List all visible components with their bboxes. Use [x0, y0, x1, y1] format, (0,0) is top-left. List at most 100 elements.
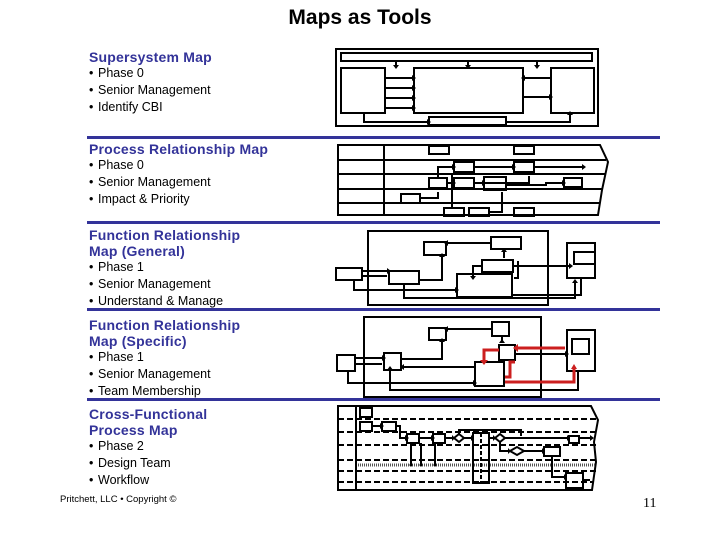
section-title: Supersystem Map: [89, 49, 212, 65]
section-title: Cross-Functional: [89, 406, 208, 422]
section-separator: [87, 136, 660, 139]
section-supersystem-map: Supersystem Map • Phase 0 • Senior Managem…: [89, 49, 329, 116]
bullet-text: Impact & Priority: [98, 192, 190, 206]
supplier-box: [336, 268, 362, 280]
supersystem-map-diagram: [334, 47, 600, 129]
decision-diamond: [495, 434, 505, 442]
process-box: [401, 194, 420, 203]
bullet-text: Phase 2: [98, 439, 144, 453]
process-relationship-map-diagram: [334, 140, 614, 220]
bullet-text: Phase 1: [98, 260, 144, 274]
bullet-item: • Identify CBI: [89, 99, 329, 116]
bullet-text: Senior Management: [98, 277, 211, 291]
bullet-icon: •: [89, 367, 94, 381]
bullet-text: Senior Management: [98, 175, 211, 189]
process-box: [454, 178, 474, 188]
section-title: Map (General): [89, 243, 185, 259]
customer-box: [551, 68, 594, 113]
decision-diamond: [454, 434, 464, 442]
bullet-text: Senior Management: [98, 83, 211, 97]
feedback-box: [429, 117, 506, 125]
process-box: [544, 447, 560, 456]
supplier-box: [337, 355, 355, 371]
process-box: [360, 408, 372, 417]
bullet-text: Understand & Manage: [98, 294, 224, 308]
bullet-text: Phase 1: [98, 350, 144, 364]
function-box: [384, 353, 401, 370]
supplier-box: [341, 68, 385, 113]
process-box: [360, 422, 372, 431]
bullet-icon: •: [89, 439, 94, 453]
bullet-text: Workflow: [98, 473, 150, 487]
bullet-item: • Senior Management: [89, 82, 329, 99]
bullet-item: • Phase 1: [89, 259, 329, 276]
bullet-icon: •: [89, 473, 94, 487]
section-title: Map (Specific): [89, 333, 187, 349]
function-box: [492, 322, 509, 336]
process-box: [514, 162, 534, 172]
section-separator: [87, 398, 660, 401]
section-title: Function Relationship: [89, 317, 241, 333]
function-relationship-general-diagram: [334, 226, 606, 312]
section-title: Process Relationship Map: [89, 141, 269, 157]
function-box: [491, 237, 521, 249]
function-box: [482, 260, 513, 272]
environment-bar: [341, 53, 592, 61]
slide-title: Maps as Tools: [288, 6, 432, 29]
section-cross-functional-process-map: Cross-Functional Process Map • Phase 2 • D…: [89, 406, 329, 489]
process-box: [454, 162, 474, 172]
bullet-item: • Phase 2: [89, 438, 329, 455]
bullet-item: • Phase 0: [89, 65, 329, 82]
function-box: [475, 362, 504, 386]
bullet-icon: •: [89, 175, 94, 189]
bullet-text: Identify CBI: [98, 100, 163, 114]
process-box: [569, 436, 579, 443]
function-box: [457, 274, 512, 297]
section-function-relationship-specific: Function Relationship Map (Specific) • Ph…: [89, 317, 329, 400]
process-box: [564, 178, 582, 187]
section-title: Process Map: [89, 422, 178, 438]
function-box: [499, 345, 515, 360]
process-box: [429, 146, 449, 154]
customer-inner-box: [572, 339, 589, 354]
customer-inner-box: [574, 252, 595, 264]
bullet-item: • Senior Management: [89, 366, 329, 383]
bullet-item: • Workflow: [89, 472, 329, 489]
bullet-item: • Senior Management: [89, 276, 329, 293]
bullet-text: Team Membership: [98, 384, 201, 398]
function-box: [424, 242, 446, 255]
process-box: [514, 146, 534, 154]
process-box: [566, 473, 583, 488]
bullet-icon: •: [89, 277, 94, 291]
function-relationship-specific-diagram: [334, 312, 606, 398]
bullet-text: Senior Management: [98, 367, 211, 381]
bullet-icon: •: [89, 158, 94, 172]
process-box: [429, 178, 447, 188]
bullet-icon: •: [89, 83, 94, 97]
bullet-icon: •: [89, 192, 94, 206]
bullet-text: Phase 0: [98, 66, 144, 80]
process-box: [433, 434, 445, 443]
function-box: [389, 271, 419, 284]
bullet-icon: •: [89, 350, 94, 364]
bullet-item: • Design Team: [89, 455, 329, 472]
process-box: [382, 422, 396, 431]
section-separator: [87, 221, 660, 224]
page-number: 11: [643, 496, 657, 511]
function-box: [429, 328, 446, 340]
bullet-icon: •: [89, 100, 94, 114]
organization-box: [414, 68, 523, 113]
bullet-icon: •: [89, 260, 94, 274]
section-process-relationship-map: Process Relationship Map • Phase 0 • Senio…: [89, 141, 329, 208]
decision-diamond: [510, 447, 524, 455]
section-function-relationship-general: Function Relationship Map (General) • Pha…: [89, 227, 329, 310]
bullet-item: • Senior Management: [89, 174, 329, 191]
bullet-item: • Phase 1: [89, 349, 329, 366]
bullet-item: • Phase 0: [89, 157, 329, 174]
bullet-item: • Impact & Priority: [89, 191, 329, 208]
section-title: Function Relationship: [89, 227, 241, 243]
customer-box: [567, 243, 595, 278]
bullet-icon: •: [89, 456, 94, 470]
process-box: [407, 434, 419, 443]
bullet-text: Design Team: [98, 456, 171, 470]
